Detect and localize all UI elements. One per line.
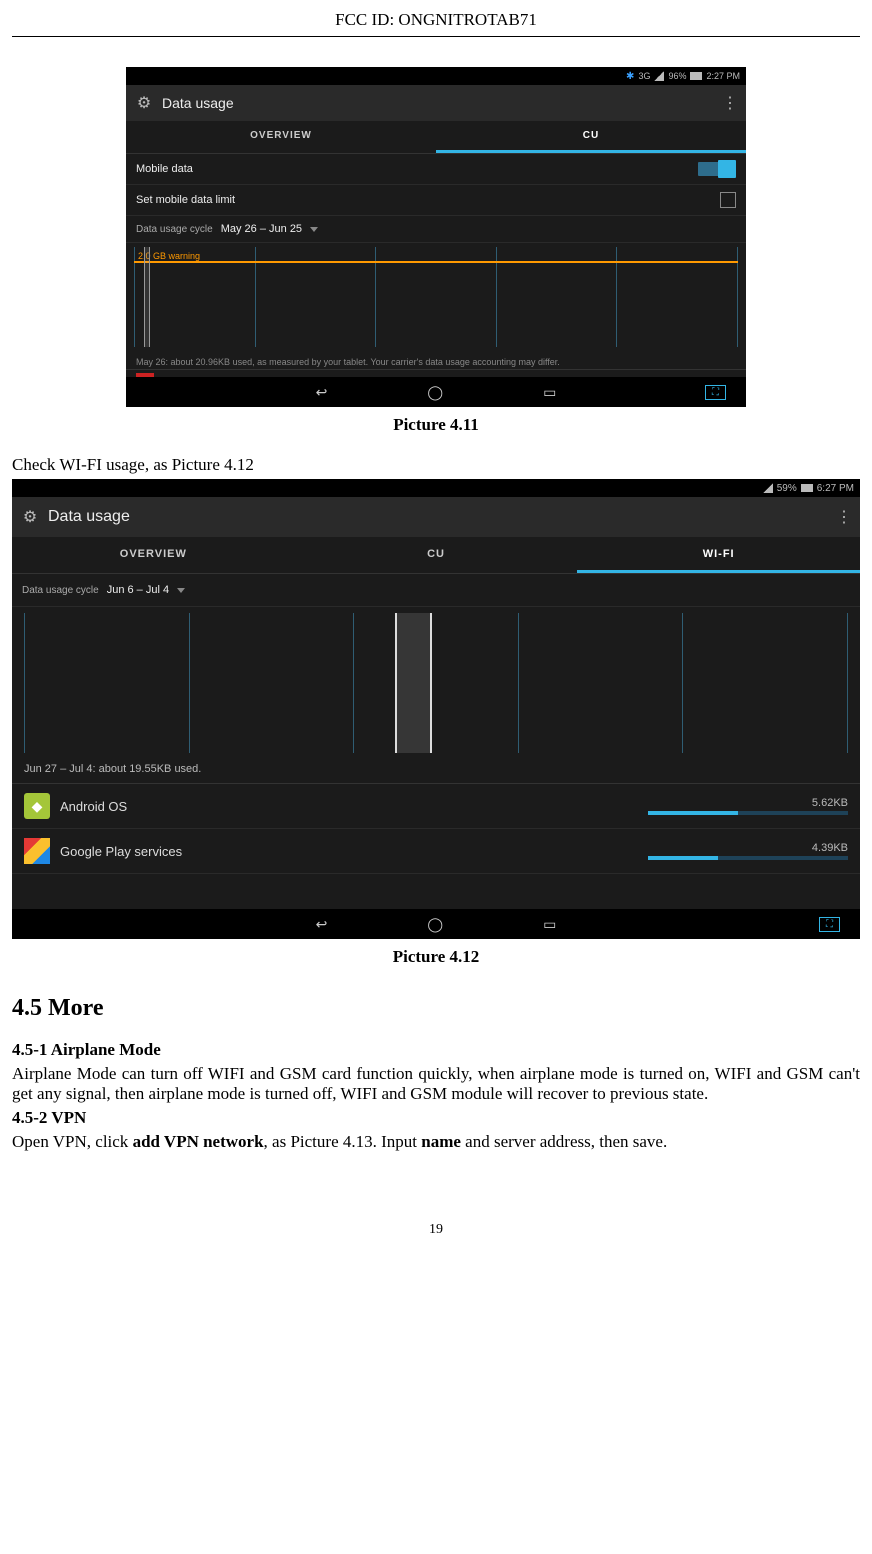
set-limit-label: Set mobile data limit [136,194,235,206]
app-bar: ⚙ Data usage ⋮ [12,497,860,537]
mobile-data-row[interactable]: Mobile data [126,154,746,185]
signal-icon [763,483,773,493]
text-fragment: Open VPN, click [12,1132,133,1151]
overflow-menu-icon[interactable]: ⋮ [836,507,852,527]
overflow-menu-icon[interactable]: ⋮ [722,93,738,113]
screenshot-4-12: 59% 6:27 PM ⚙ Data usage ⋮ OVERVIEW CU W… [12,479,860,939]
app-bar: ⚙ Data usage ⋮ [126,85,746,121]
battery-pct: 96% [668,71,686,81]
subsection-4-5-1-body: Airplane Mode can turn off WIFI and GSM … [12,1064,860,1104]
paragraph-check-wifi: Check WI-FI usage, as Picture 4.12 [12,455,860,475]
app-usage-row[interactable]: Google Play services 4.39KB [12,829,860,874]
app-name: Android OS [60,799,127,814]
battery-pct: 59% [777,483,797,494]
section-4-5-title: 4.5 More [12,995,860,1022]
screenshot-4-11: ✱ 3G 96% 2:27 PM ⚙ Data usage ⋮ OVERVIEW… [126,67,746,407]
recents-icon[interactable]: ▭ [543,384,556,401]
settings-icon[interactable]: ⚙ [134,93,154,113]
status-bar: ✱ 3G 96% 2:27 PM [126,67,746,85]
bluetooth-icon: ✱ [626,71,634,82]
settings-icon[interactable]: ⚙ [20,507,40,527]
tabs: OVERVIEW CU WI-FI [12,537,860,574]
tab-cu[interactable]: CU [295,537,578,573]
network-label: 3G [638,71,650,81]
mobile-data-label: Mobile data [136,163,193,175]
page-header: FCC ID: ONGNITROTAB71 [12,10,860,37]
system-nav-bar: ↩ ◯ ▭ ⛶ [126,377,746,407]
app-name: Google Play services [60,844,182,859]
text-fragment: , as Picture 4.13. Input [264,1132,422,1151]
clock: 6:27 PM [817,483,854,494]
tab-wifi[interactable]: WI-FI [577,537,860,573]
caption-4-12: Picture 4.12 [12,947,860,967]
app-usage-row[interactable]: ◆ Android OS 5.62KB [12,784,860,829]
screen-title: Data usage [162,95,234,111]
usage-bar-fill [648,811,738,815]
bold-text: name [421,1132,461,1151]
mobile-data-toggle[interactable] [698,162,736,176]
status-bar: 59% 6:27 PM [12,479,860,497]
recents-icon[interactable]: ▭ [543,916,556,933]
screenshot-icon[interactable]: ⛶ [705,385,726,400]
warning-line[interactable] [134,261,738,263]
usage-summary-text: Jun 27 – Jul 4: about 19.55KB used. [12,759,860,784]
home-icon[interactable]: ◯ [427,916,443,933]
tab-overview[interactable]: OVERVIEW [126,121,436,153]
app-usage-size: 4.39KB [648,842,848,854]
back-icon[interactable]: ↩ [316,384,328,401]
range-handle-left[interactable] [144,247,150,347]
usage-bar-fill [648,856,718,860]
subsection-4-5-2-body: Open VPN, click add VPN network, as Pict… [12,1132,860,1152]
set-limit-checkbox[interactable] [720,192,736,208]
page: FCC ID: ONGNITROTAB71 ✱ 3G 96% 2:27 PM ⚙… [0,0,872,1278]
tabs: OVERVIEW CU [126,121,746,154]
tab-cu[interactable]: CU [436,121,746,153]
text-fragment: and server address, then save. [461,1132,667,1151]
tab-overview[interactable]: OVERVIEW [12,537,295,573]
app-usage-size: 5.62KB [648,797,848,809]
clock: 2:27 PM [706,71,740,81]
cycle-row[interactable]: Data usage cycle Jun 6 – Jul 4 [12,574,860,607]
cycle-label: Data usage cycle [22,585,99,596]
battery-icon [801,484,813,492]
wifi-usage-chart[interactable] [24,613,848,753]
data-usage-chart[interactable]: 2.0 GB warning [134,247,738,347]
android-screen-4-12: 59% 6:27 PM ⚙ Data usage ⋮ OVERVIEW CU W… [12,479,860,939]
google-play-services-icon [24,838,50,864]
cycle-value: Jun 6 – Jul 4 [107,584,169,596]
screen-title: Data usage [48,508,130,526]
chevron-down-icon [177,588,185,593]
set-limit-row[interactable]: Set mobile data limit [126,185,746,216]
home-icon[interactable]: ◯ [427,384,443,401]
battery-icon [690,72,702,80]
bold-text: add VPN network [133,1132,264,1151]
android-screen-4-11: ✱ 3G 96% 2:27 PM ⚙ Data usage ⋮ OVERVIEW… [126,67,746,407]
cycle-value: May 26 – Jun 25 [221,223,302,235]
page-number: 19 [12,1222,860,1238]
range-selection[interactable] [395,613,432,753]
signal-icon [654,71,664,81]
cycle-row[interactable]: Data usage cycle May 26 – Jun 25 [126,216,746,243]
back-icon[interactable]: ↩ [316,916,328,933]
subsection-4-5-1-title: 4.5-1 Airplane Mode [12,1040,860,1060]
usage-summary-text: May 26: about 20.96KB used, as measured … [126,351,746,370]
caption-4-11: Picture 4.11 [12,415,860,435]
chart-grid [24,613,848,753]
usage-bar [648,811,848,815]
usage-bar [648,856,848,860]
subsection-4-5-2-title: 4.5-2 VPN [12,1108,860,1128]
system-nav-bar: ↩ ◯ ▭ ⛶ [12,909,860,939]
cycle-label: Data usage cycle [136,224,213,235]
android-os-icon: ◆ [24,793,50,819]
chevron-down-icon [310,227,318,232]
screenshot-icon[interactable]: ⛶ [819,917,840,932]
